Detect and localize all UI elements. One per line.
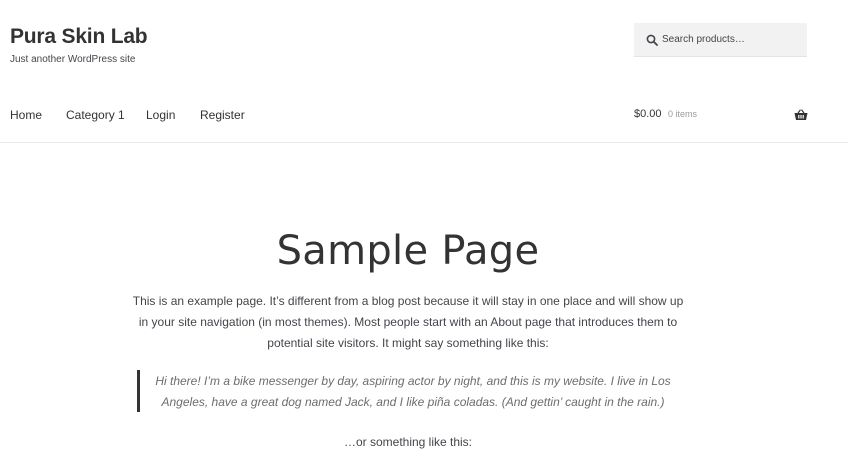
nav-item-category-1[interactable]: Category 1	[66, 108, 125, 122]
site-title[interactable]: Pura Skin Lab	[10, 25, 148, 49]
blockquote: Hi there! I’m a bike messenger by day, a…	[137, 370, 690, 412]
search-input[interactable]: Search products…	[634, 23, 807, 57]
outro-paragraph: …or something like this:	[343, 435, 473, 449]
page-title: Sample Page	[276, 228, 540, 274]
search-placeholder: Search products…	[662, 34, 745, 45]
site-tagline: Just another WordPress site	[10, 54, 136, 65]
nav-item-home[interactable]: Home	[10, 108, 42, 122]
cart-count: 0 items	[668, 109, 698, 119]
intro-paragraph: This is an example page. It’s different …	[132, 294, 684, 350]
site-header: Pura Skin Lab Just another WordPress sit…	[0, 0, 848, 143]
nav-item-register[interactable]: Register	[200, 108, 245, 122]
basket-icon	[794, 109, 808, 120]
quote-text: Hi there! I’m a bike messenger by day, a…	[155, 374, 671, 409]
cart-link[interactable]: $0.00 0 items	[634, 108, 808, 124]
cart-amount: $0.00	[634, 108, 662, 120]
nav-item-login[interactable]: Login	[146, 108, 175, 122]
search-icon	[646, 34, 658, 46]
